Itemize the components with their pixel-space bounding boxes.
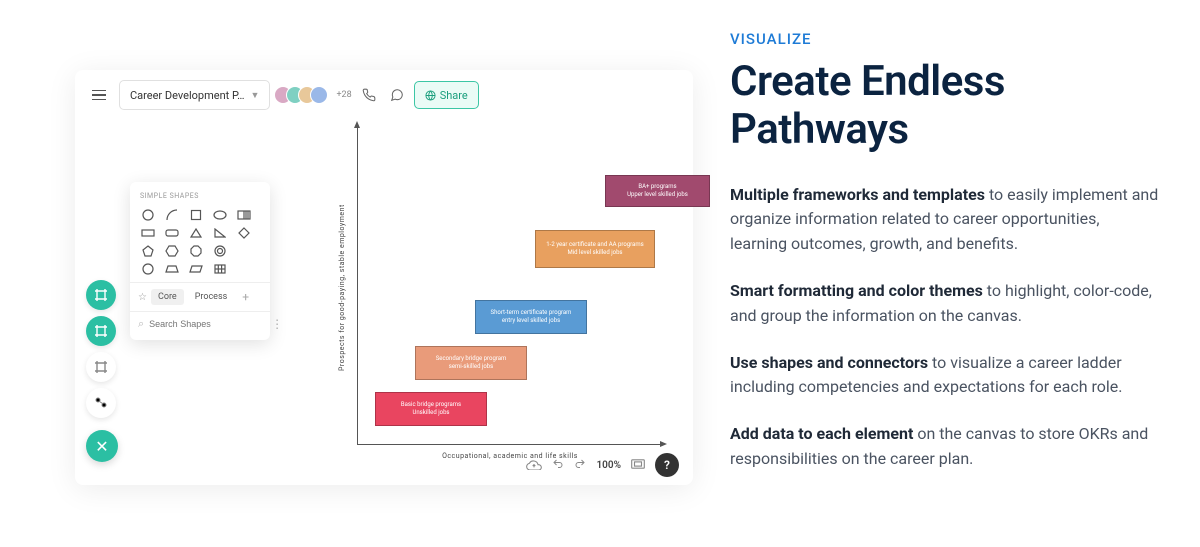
- topbar: Career Development P… ▼ +28 Share: [75, 70, 693, 120]
- feature-paragraph: Add data to each element on the canvas t…: [730, 422, 1160, 472]
- fit-screen-icon[interactable]: [631, 459, 645, 472]
- chart-step[interactable]: Short-term certificate programentry leve…: [475, 300, 587, 334]
- frame-tool-button[interactable]: [86, 280, 116, 310]
- chart-step[interactable]: BA+ programsUpper level skilled jobs: [605, 175, 710, 207]
- shapes-panel-title: SIMPLE SHAPES: [130, 190, 270, 206]
- halftone-rect-icon[interactable]: [234, 208, 253, 222]
- chart-step[interactable]: Secondary bridge programsemi-skilled job…: [415, 346, 527, 380]
- share-button[interactable]: Share: [414, 81, 479, 109]
- zoom-level[interactable]: 100%: [596, 460, 621, 471]
- rounded-rect-icon[interactable]: [162, 226, 181, 240]
- graph-tool-button[interactable]: [86, 388, 116, 418]
- share-label: Share: [440, 89, 468, 102]
- left-tool-rail: [86, 280, 116, 418]
- pin-icon[interactable]: ☆: [138, 292, 147, 303]
- add-tab-button[interactable]: +: [238, 290, 253, 304]
- menu-button[interactable]: [85, 81, 113, 109]
- square-shape-icon[interactable]: [186, 208, 205, 222]
- caret-down-icon: ▼: [251, 90, 260, 101]
- undo-icon[interactable]: [552, 458, 564, 473]
- tab-core[interactable]: Core: [151, 289, 184, 305]
- shapes-panel: SIMPLE SHAPES ☆ C: [130, 182, 270, 340]
- feature-paragraph: Use shapes and connectors to visualize a…: [730, 351, 1160, 401]
- document-name-dropdown[interactable]: Career Development P… ▼: [119, 80, 270, 110]
- octagon-shape-icon[interactable]: [186, 244, 205, 258]
- eyebrow: VISUALIZE: [730, 30, 1160, 48]
- chart-step[interactable]: Basic bridge programsUnskilled jobs: [375, 392, 487, 426]
- headline: Create Endless Pathways: [730, 58, 1160, 155]
- pentagon-shape-icon[interactable]: [138, 244, 157, 258]
- marketing-copy: VISUALIZE Create Endless Pathways Multip…: [700, 0, 1200, 547]
- parallelogram-shape-icon[interactable]: [186, 262, 205, 276]
- arc-shape-icon[interactable]: [162, 208, 181, 222]
- avatar: [310, 86, 328, 104]
- redo-icon[interactable]: [574, 458, 586, 473]
- comment-icon[interactable]: [386, 84, 408, 106]
- grid-tool-button[interactable]: [86, 352, 116, 382]
- cloud-sync-icon[interactable]: [526, 458, 542, 473]
- frame-tool-button-2[interactable]: [86, 316, 116, 346]
- app-preview-column: ✕ Career Development P… ▼ +28 Share: [0, 0, 700, 547]
- collaborator-avatars[interactable]: [280, 86, 328, 104]
- grid-shape-icon[interactable]: [210, 262, 229, 276]
- call-icon[interactable]: [358, 84, 380, 106]
- tab-process[interactable]: Process: [188, 289, 235, 305]
- collaborator-count: +28: [336, 90, 351, 100]
- trapezoid-shape-icon[interactable]: [162, 262, 181, 276]
- x-axis: [357, 444, 663, 445]
- hexagon-shape-icon[interactable]: [162, 244, 181, 258]
- help-button[interactable]: ?: [655, 453, 679, 477]
- y-axis-label: Prospects for good-paying, stable employ…: [338, 140, 346, 435]
- ring-shape-icon[interactable]: [210, 244, 229, 258]
- ellipse-shape-icon[interactable]: [210, 208, 229, 222]
- document-name-label: Career Development P…: [130, 89, 245, 102]
- rect-shape-icon[interactable]: [138, 226, 157, 240]
- chart-step[interactable]: 1-2 year certificate and AA programsMid …: [535, 230, 655, 268]
- close-fab-button[interactable]: ✕: [86, 430, 118, 462]
- more-options-icon[interactable]: ⋮: [271, 317, 283, 331]
- feature-paragraph: Smart formatting and color themes to hig…: [730, 279, 1160, 329]
- circle-shape-icon[interactable]: [138, 208, 157, 222]
- right-triangle-icon[interactable]: [210, 226, 229, 240]
- search-icon: ⌕: [138, 317, 144, 331]
- shape-search-input[interactable]: [149, 319, 266, 329]
- diamond-shape-icon[interactable]: [234, 226, 253, 240]
- triangle-shape-icon[interactable]: [186, 226, 205, 240]
- oval-shape-icon[interactable]: [138, 262, 157, 276]
- feature-paragraph: Multiple frameworks and templates to eas…: [730, 183, 1160, 257]
- y-axis: [357, 125, 358, 445]
- bottom-bar: 100% ?: [526, 453, 679, 477]
